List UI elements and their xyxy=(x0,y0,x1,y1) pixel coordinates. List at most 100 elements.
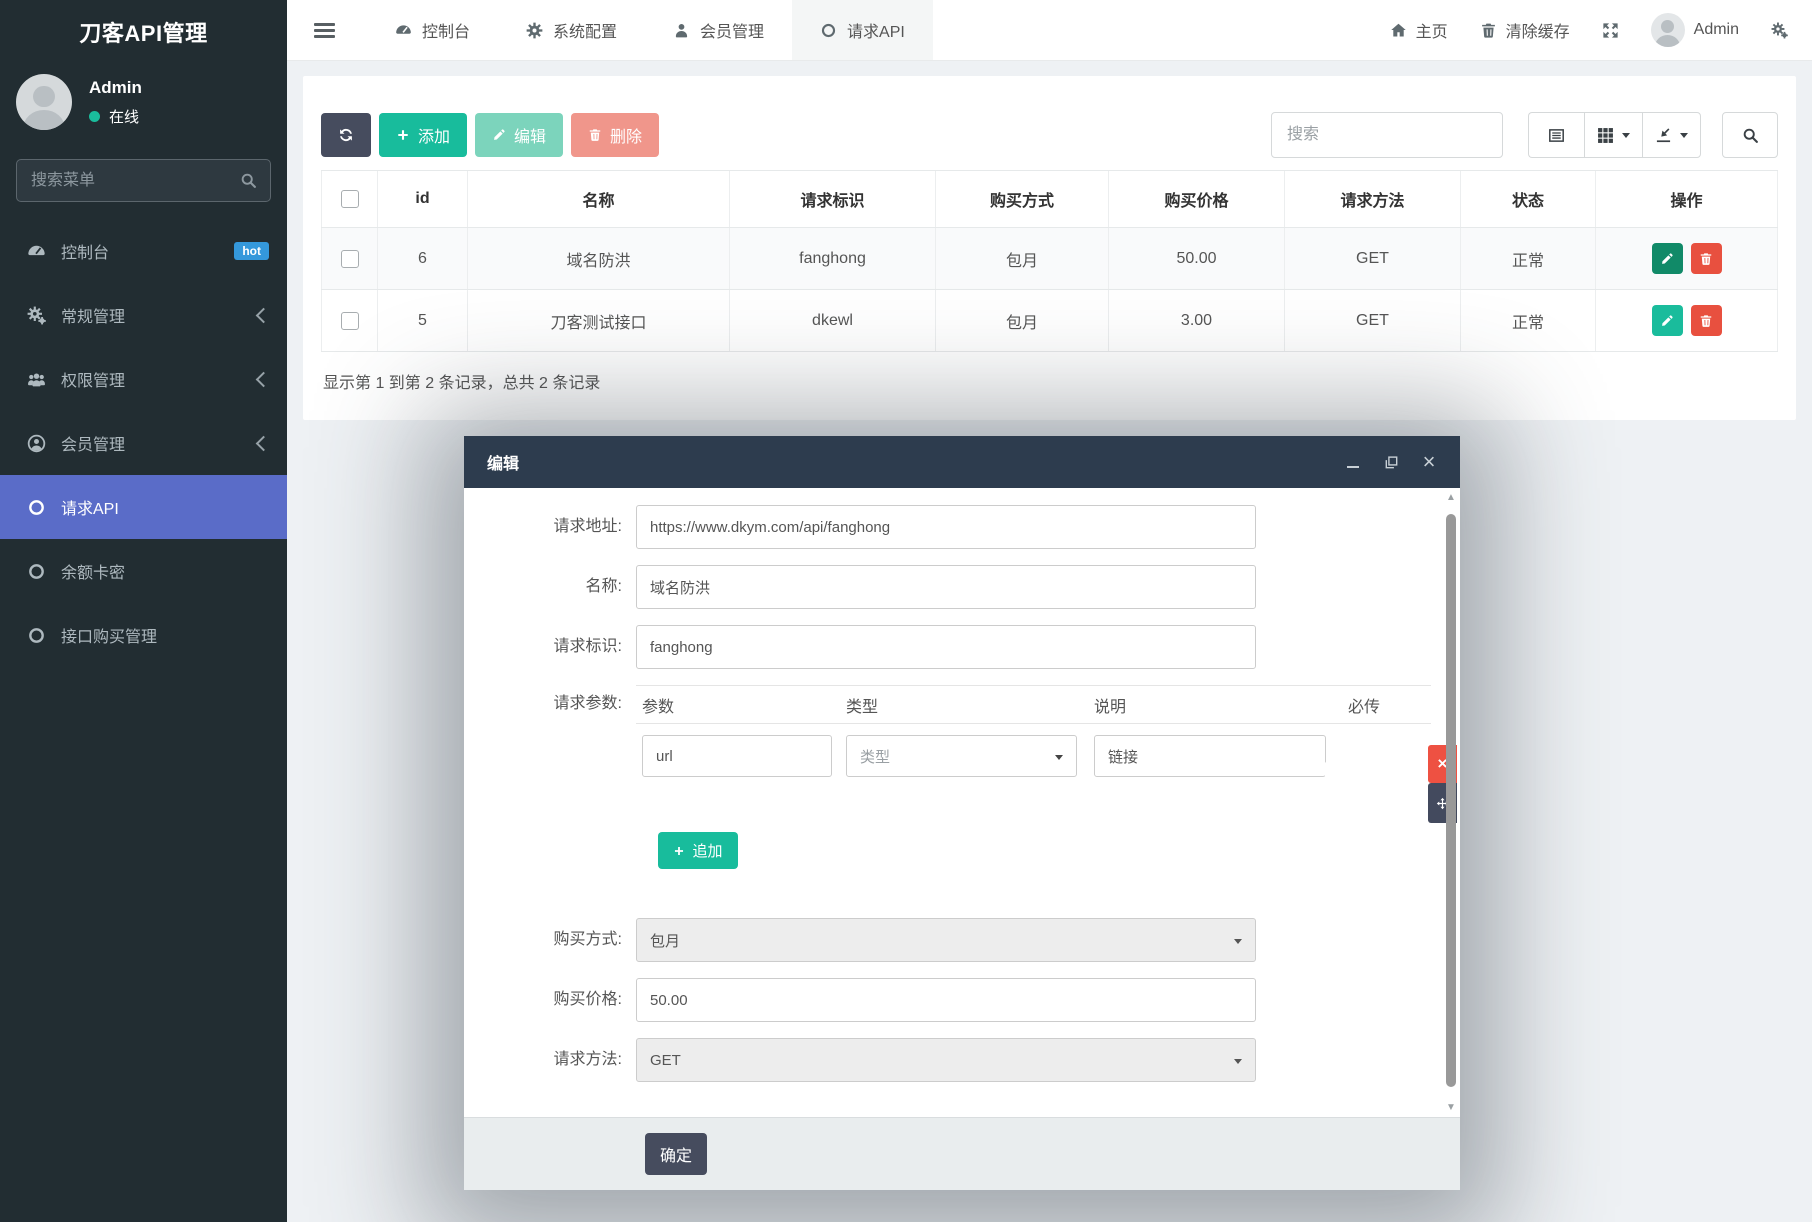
param-desc-input[interactable] xyxy=(1094,735,1326,777)
price-input[interactable] xyxy=(636,978,1256,1022)
topbar-right: 主页 清除缓存 Admin xyxy=(1390,0,1812,60)
tab-label: 控制台 xyxy=(422,18,470,42)
name-input[interactable] xyxy=(636,565,1256,609)
tab-system-config[interactable]: 系统配置 xyxy=(498,0,645,60)
chevron-left-icon xyxy=(256,435,272,451)
scroll-down-icon[interactable] xyxy=(1443,1102,1459,1113)
tab-members[interactable]: 会员管理 xyxy=(645,0,792,60)
params-table: 参数 类型 说明 必传 类型 xyxy=(636,685,1431,777)
cell-price: 50.00 xyxy=(1109,228,1285,289)
select-all-checkbox[interactable] xyxy=(341,190,359,208)
sidebar-item-permissions[interactable]: 权限管理 xyxy=(0,347,287,411)
search-icon xyxy=(240,172,257,189)
scroll-up-icon[interactable] xyxy=(1443,492,1459,503)
confirm-button[interactable]: 确定 xyxy=(645,1133,707,1175)
param-row: 类型 xyxy=(636,735,1431,777)
column-header-status: 状态 xyxy=(1461,171,1596,227)
method-label: 请求方法: xyxy=(488,1038,636,1082)
form-row-buy-type: 购买方式: 包月 xyxy=(488,918,1460,962)
delete-button[interactable]: 删除 xyxy=(571,113,659,157)
user-menu[interactable]: Admin xyxy=(1651,13,1739,47)
modal-title: 编辑 xyxy=(487,450,519,474)
row-delete-button[interactable] xyxy=(1691,243,1722,274)
cogs-icon xyxy=(1771,22,1788,39)
cell-status: 正常 xyxy=(1461,228,1596,289)
sidebar-item-label: 接口购买管理 xyxy=(61,623,157,647)
sidebar-item-label: 常规管理 xyxy=(61,303,125,327)
row-checkbox[interactable] xyxy=(341,312,359,330)
pagination-summary: 显示第 1 到第 2 条记录，总共 2 条记录 xyxy=(321,352,1778,410)
toggle-search-button[interactable] xyxy=(1722,112,1778,158)
sidebar-item-members[interactable]: 会员管理 xyxy=(0,411,287,475)
sidebar-search-input[interactable] xyxy=(16,159,271,202)
avatar xyxy=(16,74,72,130)
home-link[interactable]: 主页 xyxy=(1390,18,1448,42)
scrollbar-thumb[interactable] xyxy=(1446,514,1456,1087)
sidebar-item-label: 会员管理 xyxy=(61,431,125,455)
table-row[interactable]: 5 刀客测试接口 dkewl 包月 3.00 GET 正常 xyxy=(321,290,1778,352)
clear-cache-link[interactable]: 清除缓存 xyxy=(1480,18,1570,42)
row-delete-button[interactable] xyxy=(1691,305,1722,336)
columns-button[interactable] xyxy=(1584,112,1642,158)
maximize-icon[interactable] xyxy=(1383,454,1399,470)
fullscreen-button[interactable] xyxy=(1602,22,1619,39)
param-header-type: 类型 xyxy=(846,693,1094,717)
edit-button[interactable]: 编辑 xyxy=(475,113,563,157)
edit-modal: 编辑 请求地址: 名称: 请求标识: xyxy=(464,436,1460,1190)
table-row[interactable]: 6 域名防洪 fanghong 包月 50.00 GET 正常 xyxy=(321,228,1778,290)
column-header-name: 名称 xyxy=(468,171,730,227)
sidebar-item-api-purchase[interactable]: 接口购买管理 xyxy=(0,603,287,667)
modal-scrollbar[interactable] xyxy=(1443,492,1459,1113)
column-header-method: 请求方法 xyxy=(1285,171,1461,227)
topbar: 控制台 系统配置 会员管理 请求API 主页 清除缓存 xyxy=(287,0,1812,61)
param-type-select[interactable]: 类型 xyxy=(846,735,1077,777)
tab-request-api[interactable]: 请求API xyxy=(792,0,933,60)
sidebar-item-request-api[interactable]: 请求API xyxy=(0,475,287,539)
request-url-label: 请求地址: xyxy=(488,505,636,549)
modal-body: 请求地址: 名称: 请求标识: 请求参数: 参数 类型 说明 必传 xyxy=(464,488,1460,1117)
hot-badge: hot xyxy=(234,242,269,260)
cell-price: 3.00 xyxy=(1109,290,1285,351)
table-header-row: id 名称 请求标识 购买方式 购买价格 请求方法 状态 操作 xyxy=(321,171,1778,228)
method-select[interactable]: GET xyxy=(636,1038,1256,1082)
settings-button[interactable] xyxy=(1771,22,1788,39)
online-status-icon xyxy=(89,111,100,122)
export-button[interactable] xyxy=(1642,112,1701,158)
append-param-button[interactable]: 追加 xyxy=(658,832,738,869)
modal-header[interactable]: 编辑 xyxy=(464,436,1460,488)
param-name-input[interactable] xyxy=(642,735,832,777)
sidebar-user-panel: Admin 在线 xyxy=(0,64,287,144)
sidebar-item-general[interactable]: 常规管理 xyxy=(0,283,287,347)
detail-view-button[interactable] xyxy=(1528,112,1584,158)
columns-icon xyxy=(1597,127,1614,144)
plus-icon xyxy=(396,128,410,142)
row-edit-button[interactable] xyxy=(1652,243,1683,274)
slug-input[interactable] xyxy=(636,625,1256,669)
table-search-input[interactable] xyxy=(1271,112,1503,158)
column-header-slug: 请求标识 xyxy=(730,171,936,227)
api-table: id 名称 请求标识 购买方式 购买价格 请求方法 状态 操作 6 域名防洪 f… xyxy=(321,170,1778,352)
cell-name: 域名防洪 xyxy=(468,228,730,289)
sidebar-search xyxy=(16,159,271,202)
cell-buy-type: 包月 xyxy=(936,228,1109,289)
buy-type-select[interactable]: 包月 xyxy=(636,918,1256,962)
request-url-input[interactable] xyxy=(636,505,1256,549)
close-icon[interactable] xyxy=(1421,454,1437,470)
param-header-name: 参数 xyxy=(636,693,846,717)
row-checkbox[interactable] xyxy=(341,250,359,268)
sidebar-item-balance-cards[interactable]: 余额卡密 xyxy=(0,539,287,603)
user-circle-icon xyxy=(27,434,46,453)
hamburger-menu-icon[interactable] xyxy=(314,0,335,60)
tab-dashboard[interactable]: 控制台 xyxy=(367,0,498,60)
minimize-icon[interactable] xyxy=(1345,454,1361,470)
refresh-icon xyxy=(338,127,354,143)
circle-icon xyxy=(27,562,46,581)
add-button[interactable]: 添加 xyxy=(379,113,467,157)
chevron-left-icon xyxy=(256,371,272,387)
caret-down-icon xyxy=(1680,133,1688,138)
refresh-button[interactable] xyxy=(321,113,371,157)
app-title: 刀客API管理 xyxy=(0,0,287,64)
cell-slug: dkewl xyxy=(730,290,936,351)
sidebar-item-dashboard[interactable]: 控制台 hot xyxy=(0,219,287,283)
row-edit-button[interactable] xyxy=(1652,305,1683,336)
